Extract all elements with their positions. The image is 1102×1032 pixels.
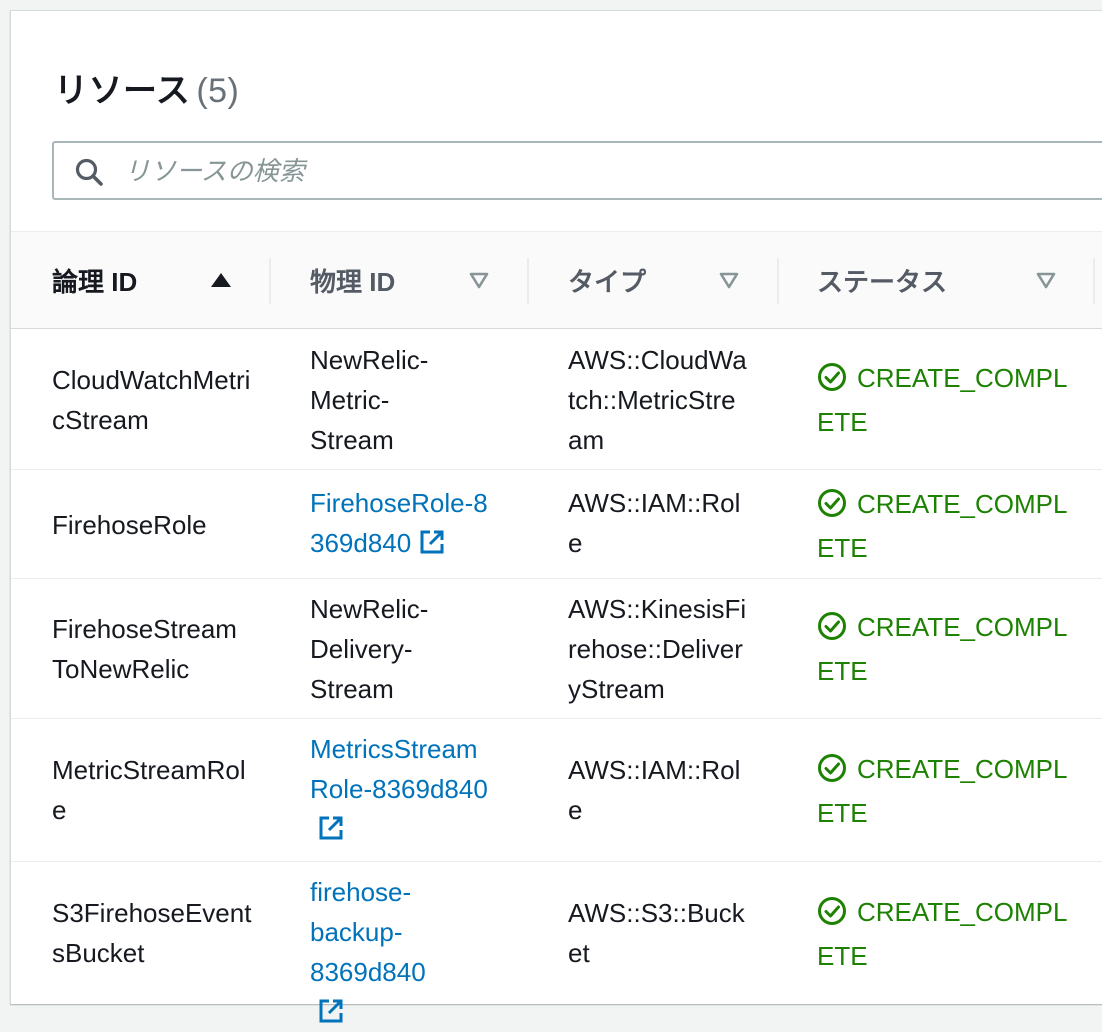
search-icon (75, 158, 103, 186)
table-row: CloudWatchMetricStream NewRelic-Metric-S… (11, 330, 1102, 470)
status-cell: CREATE_COMPLETE (817, 605, 1077, 693)
check-circle-icon (818, 489, 846, 517)
status-cell: CREATE_COMPLETE (817, 356, 1077, 444)
check-circle-icon (818, 363, 846, 391)
column-divider (1093, 258, 1095, 304)
table-row: S3FirehoseEventsBucket firehose-backup-8… (11, 862, 1102, 1023)
column-header-type[interactable]: タイプ (568, 232, 778, 329)
status-cell: CREATE_COMPLETE (817, 482, 1077, 570)
physical-id-cell: NewRelic-Metric-Stream (310, 345, 429, 455)
external-link-icon (420, 530, 444, 554)
table-row: FirehoseStreamToNewRelic NewRelic-Delive… (11, 579, 1102, 719)
check-circle-icon (818, 754, 846, 782)
status-text: CREATE_COMPLETE (817, 363, 1068, 437)
external-link-icon (319, 999, 343, 1023)
type-cell: AWS::S3::Bucket (568, 898, 745, 968)
logical-id-cell: MetricStreamRole (52, 755, 246, 825)
table-row: MetricStreamRole MetricsStreamRole-8369d… (11, 719, 1102, 862)
status-text: CREATE_COMPLETE (817, 897, 1068, 971)
column-header-logical-id[interactable]: 論理 ID (52, 232, 272, 329)
physical-id-link[interactable]: FirehoseRole-8369d840 (310, 483, 490, 563)
check-circle-icon (818, 612, 846, 640)
physical-id-cell: NewRelic-Delivery-Stream (310, 594, 429, 704)
type-cell: AWS::KinesisFirehose::DeliveryStream (568, 594, 747, 704)
table-row: FirehoseRole FirehoseRole-8369d840 AWS::… (11, 470, 1102, 579)
physical-id-link[interactable]: MetricsStreamRole-8369d840 (310, 729, 490, 849)
resources-panel: リソース(5) 論理 ID 物理 ID タイプ (10, 10, 1102, 1023)
sort-caret-down-icon (1036, 272, 1056, 289)
column-divider (777, 258, 779, 304)
status-text: CREATE_COMPLETE (817, 489, 1068, 563)
column-label: 物理 ID (310, 267, 396, 297)
logical-id-cell: FirehoseRole (52, 510, 207, 540)
type-cell: AWS::IAM::Role (568, 488, 741, 558)
table-header: 論理 ID 物理 ID タイプ ステータス (11, 232, 1102, 329)
sort-caret-down-icon (719, 272, 739, 289)
search-input[interactable] (124, 151, 1084, 191)
column-header-status[interactable]: ステータス (817, 232, 1087, 329)
physical-id-text: MetricsStreamRole-8369d840 (310, 734, 488, 804)
type-cell: AWS::IAM::Role (568, 755, 741, 825)
physical-id-text: firehose-backup-8369d840 (310, 877, 426, 987)
status-cell: CREATE_COMPLETE (817, 747, 1077, 835)
physical-id-link[interactable]: firehose-backup-8369d840 (310, 872, 450, 1032)
column-label: ステータス (817, 267, 948, 297)
resource-count: (5) (196, 72, 240, 110)
external-link-icon (319, 816, 343, 840)
physical-id-text: FirehoseRole-8369d840 (310, 488, 488, 558)
type-cell: AWS::CloudWatch::MetricStream (568, 345, 747, 455)
column-label: タイプ (568, 267, 647, 297)
logical-id-cell: S3FirehoseEventsBucket (52, 898, 252, 968)
sort-caret-down-icon (469, 272, 489, 289)
sort-ascending-icon (211, 273, 231, 287)
search-box[interactable] (52, 141, 1102, 200)
logical-id-cell: FirehoseStreamToNewRelic (52, 614, 237, 684)
column-header-physical-id[interactable]: 物理 ID (310, 232, 530, 329)
logical-id-cell: CloudWatchMetricStream (52, 365, 251, 435)
check-circle-icon (818, 897, 846, 925)
column-divider (269, 258, 271, 304)
status-text: CREATE_COMPLETE (817, 612, 1068, 686)
panel-title-text: リソース (54, 72, 191, 110)
status-cell: CREATE_COMPLETE (817, 890, 1077, 978)
status-text: CREATE_COMPLETE (817, 754, 1068, 828)
column-label: 論理 ID (52, 267, 138, 297)
panel-title: リソース (5) (54, 63, 239, 112)
column-divider (527, 258, 529, 304)
